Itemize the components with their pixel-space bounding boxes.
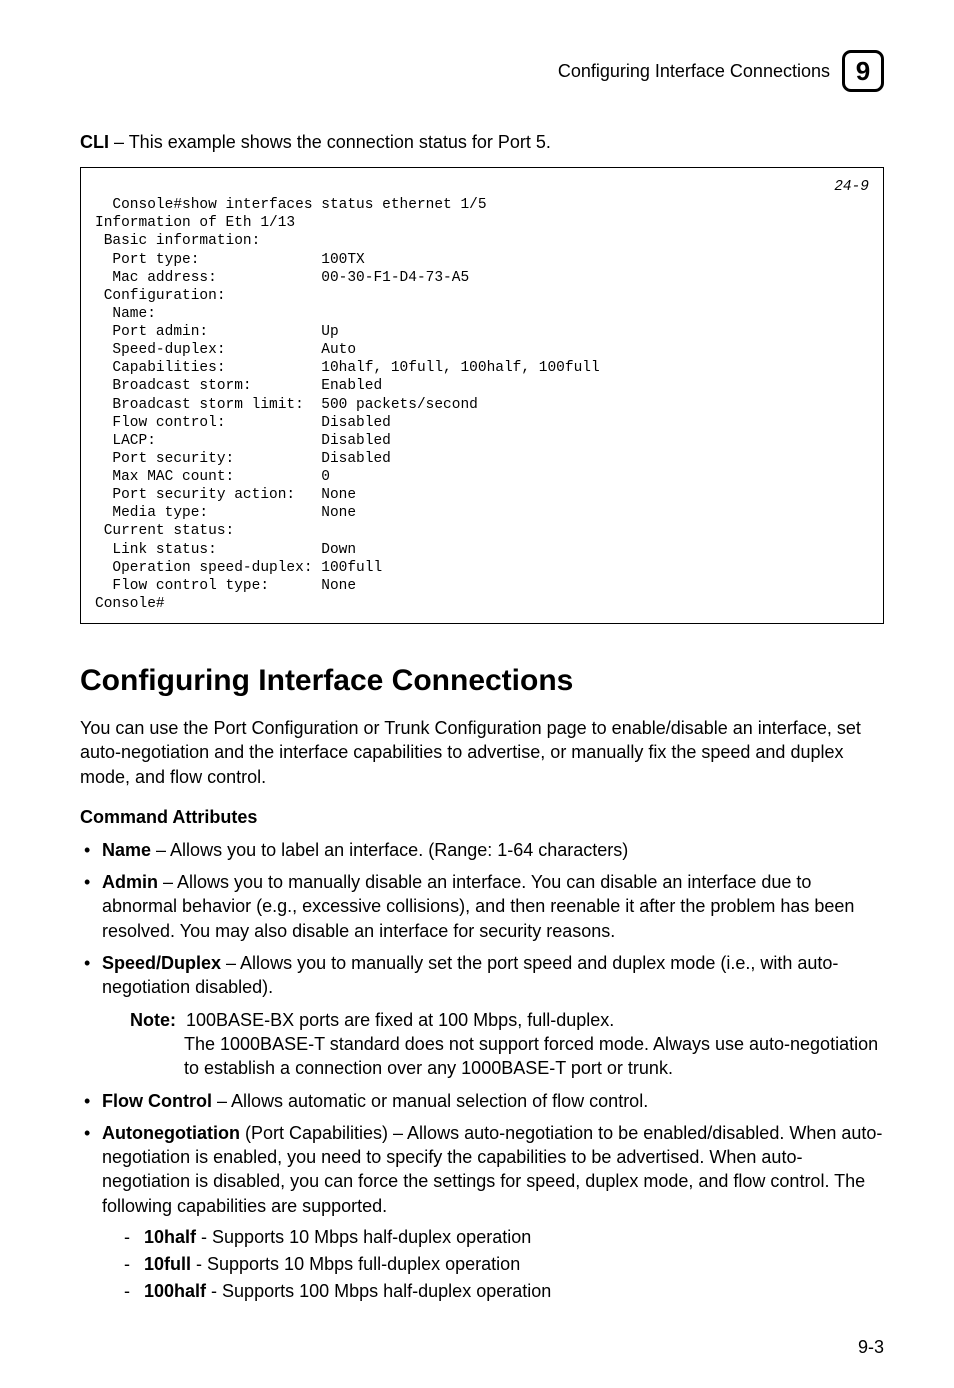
bullet-name: Name – Allows you to label an interface.… xyxy=(80,838,884,862)
cap-10half: 10half - Supports 10 Mbps half-duplex op… xyxy=(102,1224,884,1251)
chapter-badge: 9 xyxy=(842,50,884,92)
cap-10full: 10full - Supports 10 Mbps full-duplex op… xyxy=(102,1251,884,1278)
cap-10full-bold: 10full xyxy=(144,1254,191,1274)
cap-100half-text: - Supports 100 Mbps half-duplex operatio… xyxy=(206,1281,551,1301)
bullet-admin-text: – Allows you to manually disable an inte… xyxy=(102,872,854,941)
note-block: Note: 100BASE-BX ports are fixed at 100 … xyxy=(102,1008,884,1081)
header-title: Configuring Interface Connections xyxy=(558,61,830,82)
bullet-flow-control: Flow Control – Allows automatic or manua… xyxy=(80,1089,884,1113)
cap-100half-bold: 100half xyxy=(144,1281,206,1301)
cli-page-ref: 24-9 xyxy=(834,178,869,196)
page-number: 9-3 xyxy=(858,1337,884,1358)
bullet-speed-bold: Speed/Duplex xyxy=(102,953,221,973)
attributes-list-continued: Flow Control – Allows automatic or manua… xyxy=(80,1089,884,1305)
cap-10half-bold: 10half xyxy=(144,1227,196,1247)
command-attributes-label: Command Attributes xyxy=(80,807,884,828)
cli-output-text: Console#show interfaces status ethernet … xyxy=(95,197,600,612)
cap-100half: 100half - Supports 100 Mbps half-duplex … xyxy=(102,1278,884,1305)
capabilities-sublist: 10half - Supports 10 Mbps half-duplex op… xyxy=(102,1224,884,1305)
bullet-admin-bold: Admin xyxy=(102,872,158,892)
bullet-name-bold: Name xyxy=(102,840,151,860)
bullet-autonegotiation: Autonegotiation (Port Capabilities) – Al… xyxy=(80,1121,884,1305)
intro-paragraph: You can use the Port Configuration or Tr… xyxy=(80,716,884,789)
page-header: Configuring Interface Connections 9 xyxy=(80,50,884,92)
attributes-list: Name – Allows you to label an interface.… xyxy=(80,838,884,1000)
note-line2: The 1000BASE-T standard does not support… xyxy=(184,1032,884,1081)
note-label: Note: xyxy=(130,1010,176,1030)
section-heading: Configuring Interface Connections xyxy=(80,664,884,698)
bullet-speed-duplex: Speed/Duplex – Allows you to manually se… xyxy=(80,951,884,1000)
bullet-admin: Admin – Allows you to manually disable a… xyxy=(80,870,884,943)
bullet-flow-bold: Flow Control xyxy=(102,1091,212,1111)
cli-intro-text: – This example shows the connection stat… xyxy=(109,132,551,152)
bullet-flow-text: – Allows automatic or manual selection o… xyxy=(212,1091,648,1111)
note-line1: 100BASE-BX ports are fixed at 100 Mbps, … xyxy=(186,1010,614,1030)
cli-intro-bold: CLI xyxy=(80,132,109,152)
cap-10half-text: - Supports 10 Mbps half-duplex operation xyxy=(196,1227,531,1247)
bullet-auto-bold: Autonegotiation xyxy=(102,1123,240,1143)
cli-intro: CLI – This example shows the connection … xyxy=(80,132,884,153)
bullet-name-text: – Allows you to label an interface. (Ran… xyxy=(151,840,628,860)
cli-output-box: 24-9 Console#show interfaces status ether… xyxy=(80,167,884,624)
cap-10full-text: - Supports 10 Mbps full-duplex operation xyxy=(191,1254,520,1274)
